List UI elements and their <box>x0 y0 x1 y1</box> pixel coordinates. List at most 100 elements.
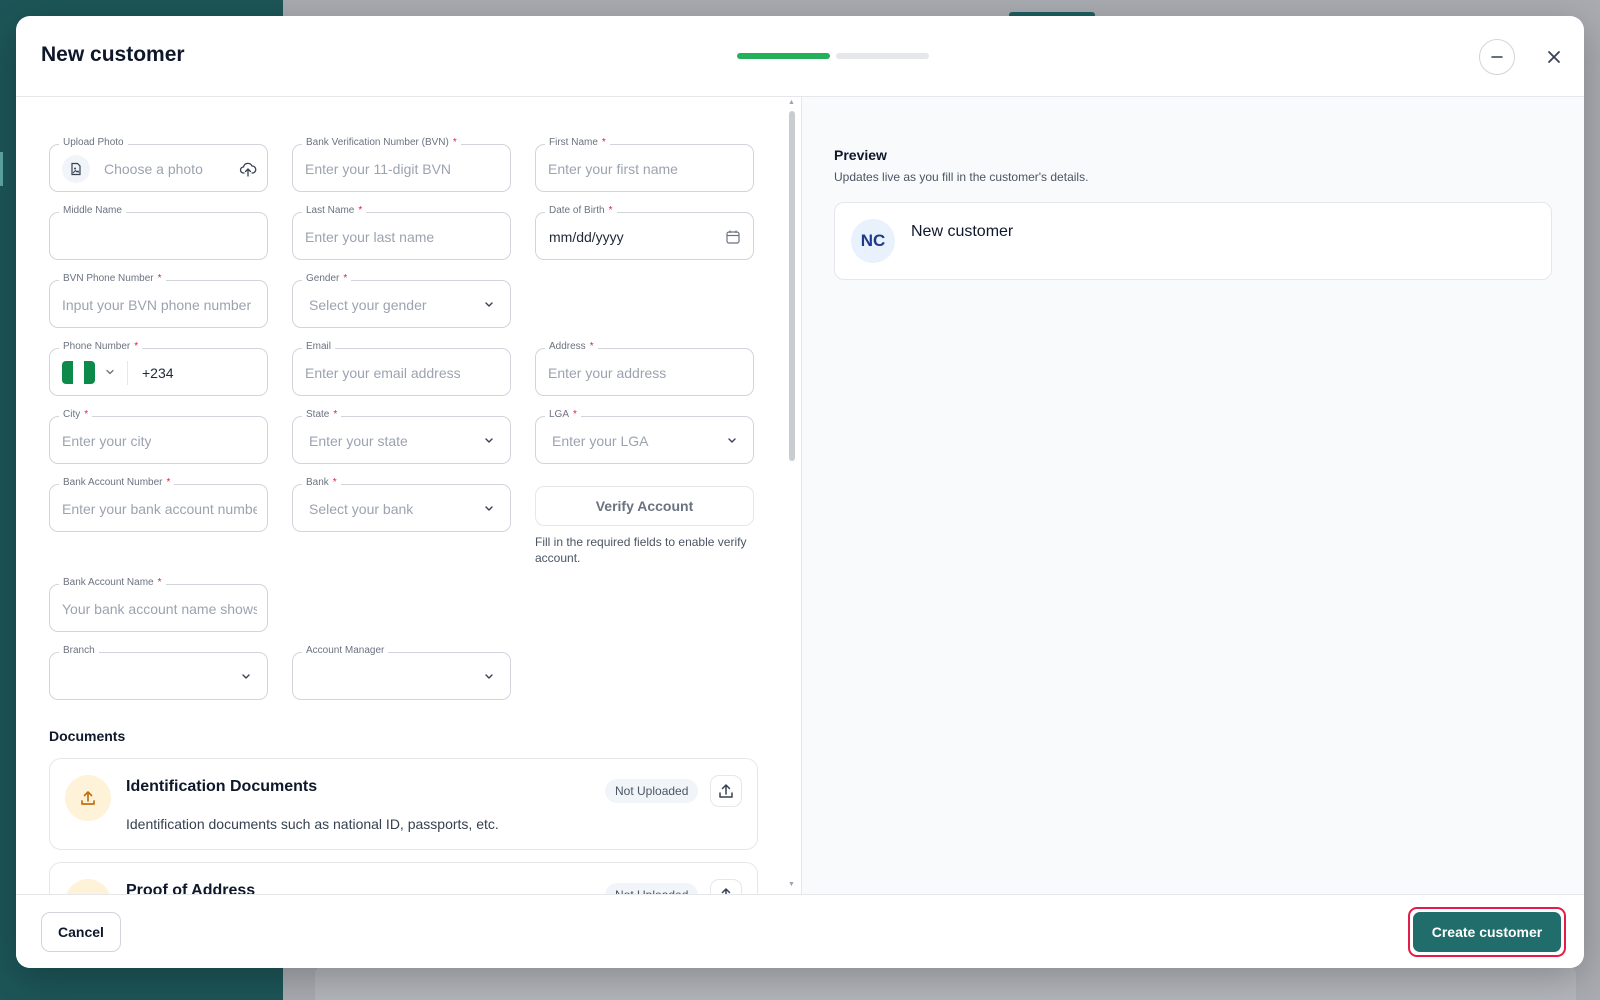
upload-photo-field[interactable]: Upload Photo Choose a photo <box>49 137 268 192</box>
chevron-down-icon[interactable] <box>104 366 116 378</box>
preview-customer-name: New customer <box>911 223 1014 240</box>
documents-heading: Documents <box>49 728 126 744</box>
chevron-down-icon <box>242 674 250 679</box>
chevron-down-icon <box>728 438 736 443</box>
cloud-upload-icon[interactable] <box>239 160 257 178</box>
field-label: Account Manager <box>302 645 389 656</box>
scroll-up-arrow[interactable]: ▲ <box>788 99 795 106</box>
preview-panel: Preview Updates live as you fill in the … <box>801 97 1584 894</box>
field-label: City * <box>59 409 93 420</box>
document-name: Proof of Address <box>126 882 256 894</box>
chevron-down-icon <box>485 506 493 511</box>
verify-account-button[interactable]: Verify Account <box>535 486 754 526</box>
bank-account-name-input[interactable]: Bank Account Name * Your bank account nam… <box>49 577 268 632</box>
bvn-phone-input[interactable]: BVN Phone Number * Input your BVN phone n… <box>49 273 268 328</box>
bank-account-number-placeholder: Enter your bank account number <box>62 501 257 517</box>
phone-country-code: +234 <box>142 365 174 381</box>
field-label: First Name * <box>545 137 610 148</box>
scroll-down-arrow[interactable]: ▼ <box>788 881 795 888</box>
field-label: Bank Verification Number (BVN) * <box>302 137 461 148</box>
field-label: Upload Photo <box>59 137 128 148</box>
progress-step-1 <box>737 53 830 59</box>
calendar-icon[interactable] <box>725 229 741 245</box>
city-input[interactable]: City * Enter your city <box>49 409 268 464</box>
city-placeholder: Enter your city <box>62 433 152 449</box>
document-card-identification: Identification Documents Identification … <box>49 758 758 850</box>
avatar: NC <box>851 219 895 263</box>
bvn-placeholder: Enter your 11-digit BVN <box>305 161 452 177</box>
lga-placeholder: Enter your LGA <box>552 433 649 449</box>
bank-select[interactable]: Bank * Select your bank <box>292 477 511 532</box>
modal-title: New customer <box>41 43 185 66</box>
address-placeholder: Enter your address <box>548 365 667 381</box>
field-label: Bank Account Name * <box>59 577 166 588</box>
preview-card: NC New customer <box>834 202 1552 280</box>
phone-number-input[interactable]: Phone Number * +234 <box>49 341 268 396</box>
field-label: Middle Name <box>59 205 126 216</box>
progress-step-2 <box>836 53 929 59</box>
close-button[interactable] <box>1536 39 1572 75</box>
email-input[interactable]: Email Enter your email address <box>292 341 511 396</box>
field-label: Email <box>302 341 336 352</box>
close-icon <box>1548 51 1560 63</box>
upload-icon <box>721 888 731 894</box>
field-label: Address * <box>545 341 598 352</box>
field-label: Branch <box>59 645 99 656</box>
last-name-input[interactable]: Last Name * Enter your last name <box>292 205 511 260</box>
backdrop-table-row <box>315 966 1576 1000</box>
document-upload-button[interactable] <box>710 775 742 807</box>
document-upload-button[interactable] <box>710 879 742 894</box>
chevron-down-icon <box>485 438 493 443</box>
chevron-down-icon <box>485 302 493 307</box>
first-name-placeholder: Enter your first name <box>548 161 678 177</box>
document-card-proof-of-address: Proof of Address Not Uploaded <box>49 862 758 894</box>
field-label: BVN Phone Number * <box>59 273 166 284</box>
upload-icon <box>65 879 111 894</box>
status-badge: Not Uploaded <box>605 883 699 894</box>
middle-name-input[interactable]: Middle Name <box>49 205 268 260</box>
upload-icon <box>719 784 733 798</box>
nigeria-flag-icon[interactable] <box>62 361 95 384</box>
customer-form-panel: Upload Photo Choose a photo Bank Verific… <box>16 97 800 894</box>
bank-account-name-placeholder: Your bank account name shows here <box>62 601 257 617</box>
modal-footer: Cancel Create customer <box>16 894 1584 968</box>
document-description: Identification documents such as nationa… <box>126 816 499 832</box>
document-name: Identification Documents <box>126 778 318 795</box>
create-customer-button[interactable]: Create customer <box>1413 912 1561 952</box>
step-progress <box>737 53 929 59</box>
bank-placeholder: Select your bank <box>309 501 414 517</box>
address-input[interactable]: Address * Enter your address <box>535 341 754 396</box>
first-name-input[interactable]: First Name * Enter your first name <box>535 137 754 192</box>
preview-subtitle: Updates live as you fill in the customer… <box>834 170 1089 184</box>
cancel-button[interactable]: Cancel <box>41 912 121 952</box>
date-of-birth-input[interactable]: Date of Birth * mm/dd/yyyy <box>535 205 754 260</box>
field-label: Bank Account Number * <box>59 477 175 488</box>
branch-select[interactable]: Branch <box>49 645 268 700</box>
gender-select[interactable]: Gender * Select your gender <box>292 273 511 328</box>
bvn-phone-placeholder: Input your BVN phone number <box>62 297 252 313</box>
email-placeholder: Enter your email address <box>305 365 461 381</box>
scrollbar-thumb[interactable] <box>789 111 795 461</box>
modal-header: New customer <box>16 16 1584 97</box>
account-manager-select[interactable]: Account Manager <box>292 645 511 700</box>
field-label: Phone Number * <box>59 341 143 352</box>
field-label: Gender * <box>302 273 352 284</box>
field-label: Last Name * <box>302 205 367 216</box>
field-label: LGA * <box>545 409 581 420</box>
field-label: Date of Birth * <box>545 205 617 216</box>
new-customer-modal: New customer Upload Photo Choose a photo… <box>16 16 1584 968</box>
bvn-input[interactable]: Bank Verification Number (BVN) * Enter yo… <box>292 137 511 192</box>
chevron-down-icon <box>485 674 493 679</box>
sidebar-active-marker <box>0 152 3 186</box>
form-scrollbar[interactable]: ▲ ▼ <box>788 99 795 888</box>
bank-account-number-input[interactable]: Bank Account Number * Enter your bank acc… <box>49 477 268 532</box>
gender-placeholder: Select your gender <box>309 297 427 313</box>
lga-select[interactable]: LGA * Enter your LGA <box>535 409 754 464</box>
field-label: Bank * <box>302 477 341 488</box>
dob-placeholder: mm/dd/yyyy <box>549 229 624 245</box>
create-customer-highlight: Create customer <box>1408 907 1566 957</box>
state-placeholder: Enter your state <box>309 433 408 449</box>
upload-photo-placeholder: Choose a photo <box>104 161 203 177</box>
state-select[interactable]: State * Enter your state <box>292 409 511 464</box>
minimize-button[interactable] <box>1479 39 1515 75</box>
